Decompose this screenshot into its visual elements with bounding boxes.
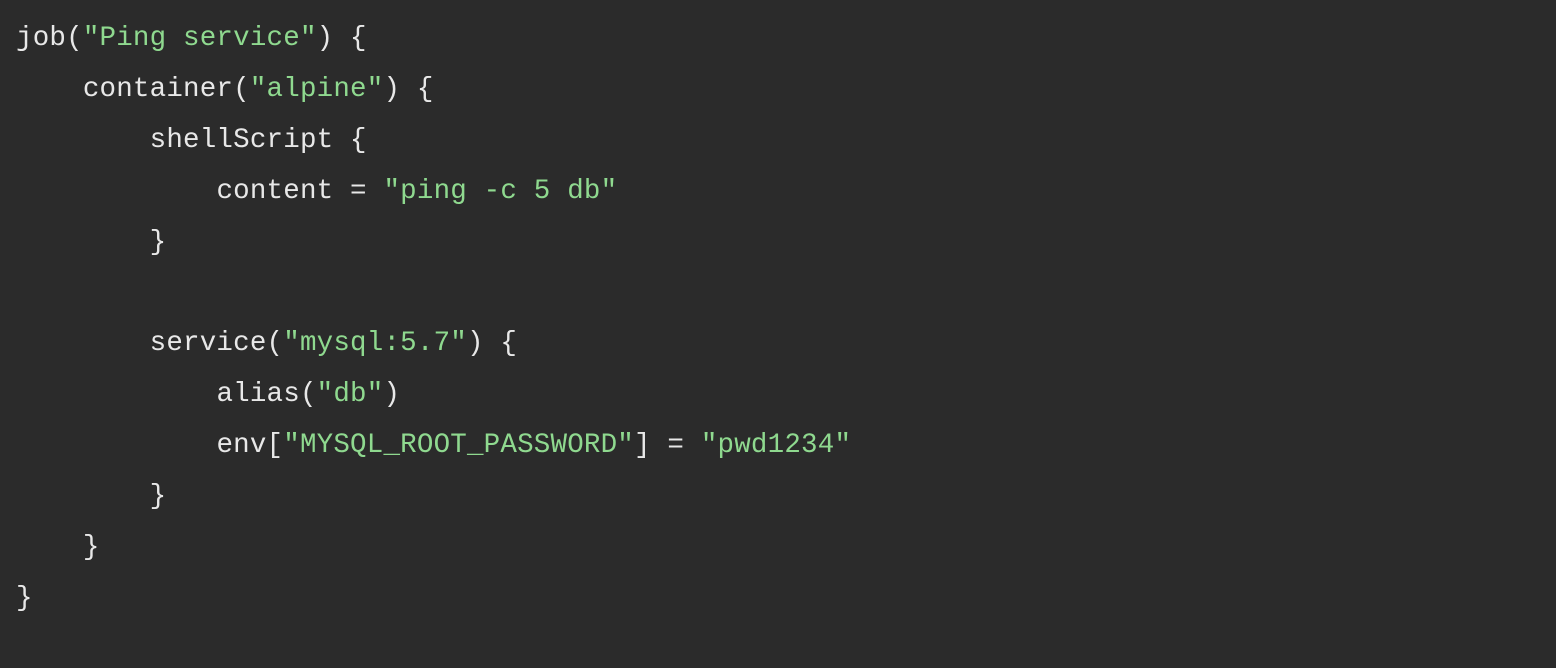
token-content-eq: content = [216,176,383,207]
indent [16,176,216,207]
token-close-brace: } [83,532,100,563]
token-alias: alias [216,379,300,410]
code-line-10: } [16,481,166,512]
code-line-7: service("mysql:5.7") { [16,328,517,359]
token-open-paren: ( [300,379,317,410]
token-close-paren: ) [383,379,400,410]
token-open-paren: ( [233,74,250,105]
code-line-2: container("alpine") { [16,74,434,105]
code-block: job("Ping service") { container("alpine"… [0,0,1556,641]
token-service: service [150,328,267,359]
token-open-paren: ( [267,328,284,359]
code-line-12: } [16,583,33,614]
token-open-paren: ( [66,23,83,54]
code-line-9: env["MYSQL_ROOT_PASSWORD"] = "pwd1234" [16,430,851,461]
token-close-paren-brace: ) { [467,328,517,359]
token-close-brace: } [150,227,167,258]
indent [16,74,83,105]
code-line-5: } [16,227,166,258]
code-line-1: job("Ping service") { [16,23,367,54]
indent [16,227,150,258]
token-env-open: env[ [216,430,283,461]
token-close-paren-brace: ) { [383,74,433,105]
indent [16,430,216,461]
token-string-key: "MYSQL_ROOT_PASSWORD" [283,430,634,461]
token-close-brace: } [150,481,167,512]
indent [16,125,150,156]
token-shell-script: shellScript { [150,125,367,156]
token-container: container [83,74,233,105]
token-string: "db" [317,379,384,410]
indent [16,532,83,563]
token-close-paren-brace: ) { [317,23,367,54]
token-string: "ping -c 5 db" [383,176,617,207]
token-string: "mysql:5.7" [283,328,467,359]
token-string: "alpine" [250,74,384,105]
indent [16,379,216,410]
indent [16,328,150,359]
token-job: job [16,23,66,54]
token-close-eq: ] = [634,430,701,461]
token-close-brace: } [16,583,33,614]
indent [16,481,150,512]
code-line-3: shellScript { [16,125,367,156]
token-string-value: "pwd1234" [701,430,851,461]
code-line-4: content = "ping -c 5 db" [16,176,617,207]
code-line-11: } [16,532,100,563]
token-string: "Ping service" [83,23,317,54]
code-line-8: alias("db") [16,379,400,410]
